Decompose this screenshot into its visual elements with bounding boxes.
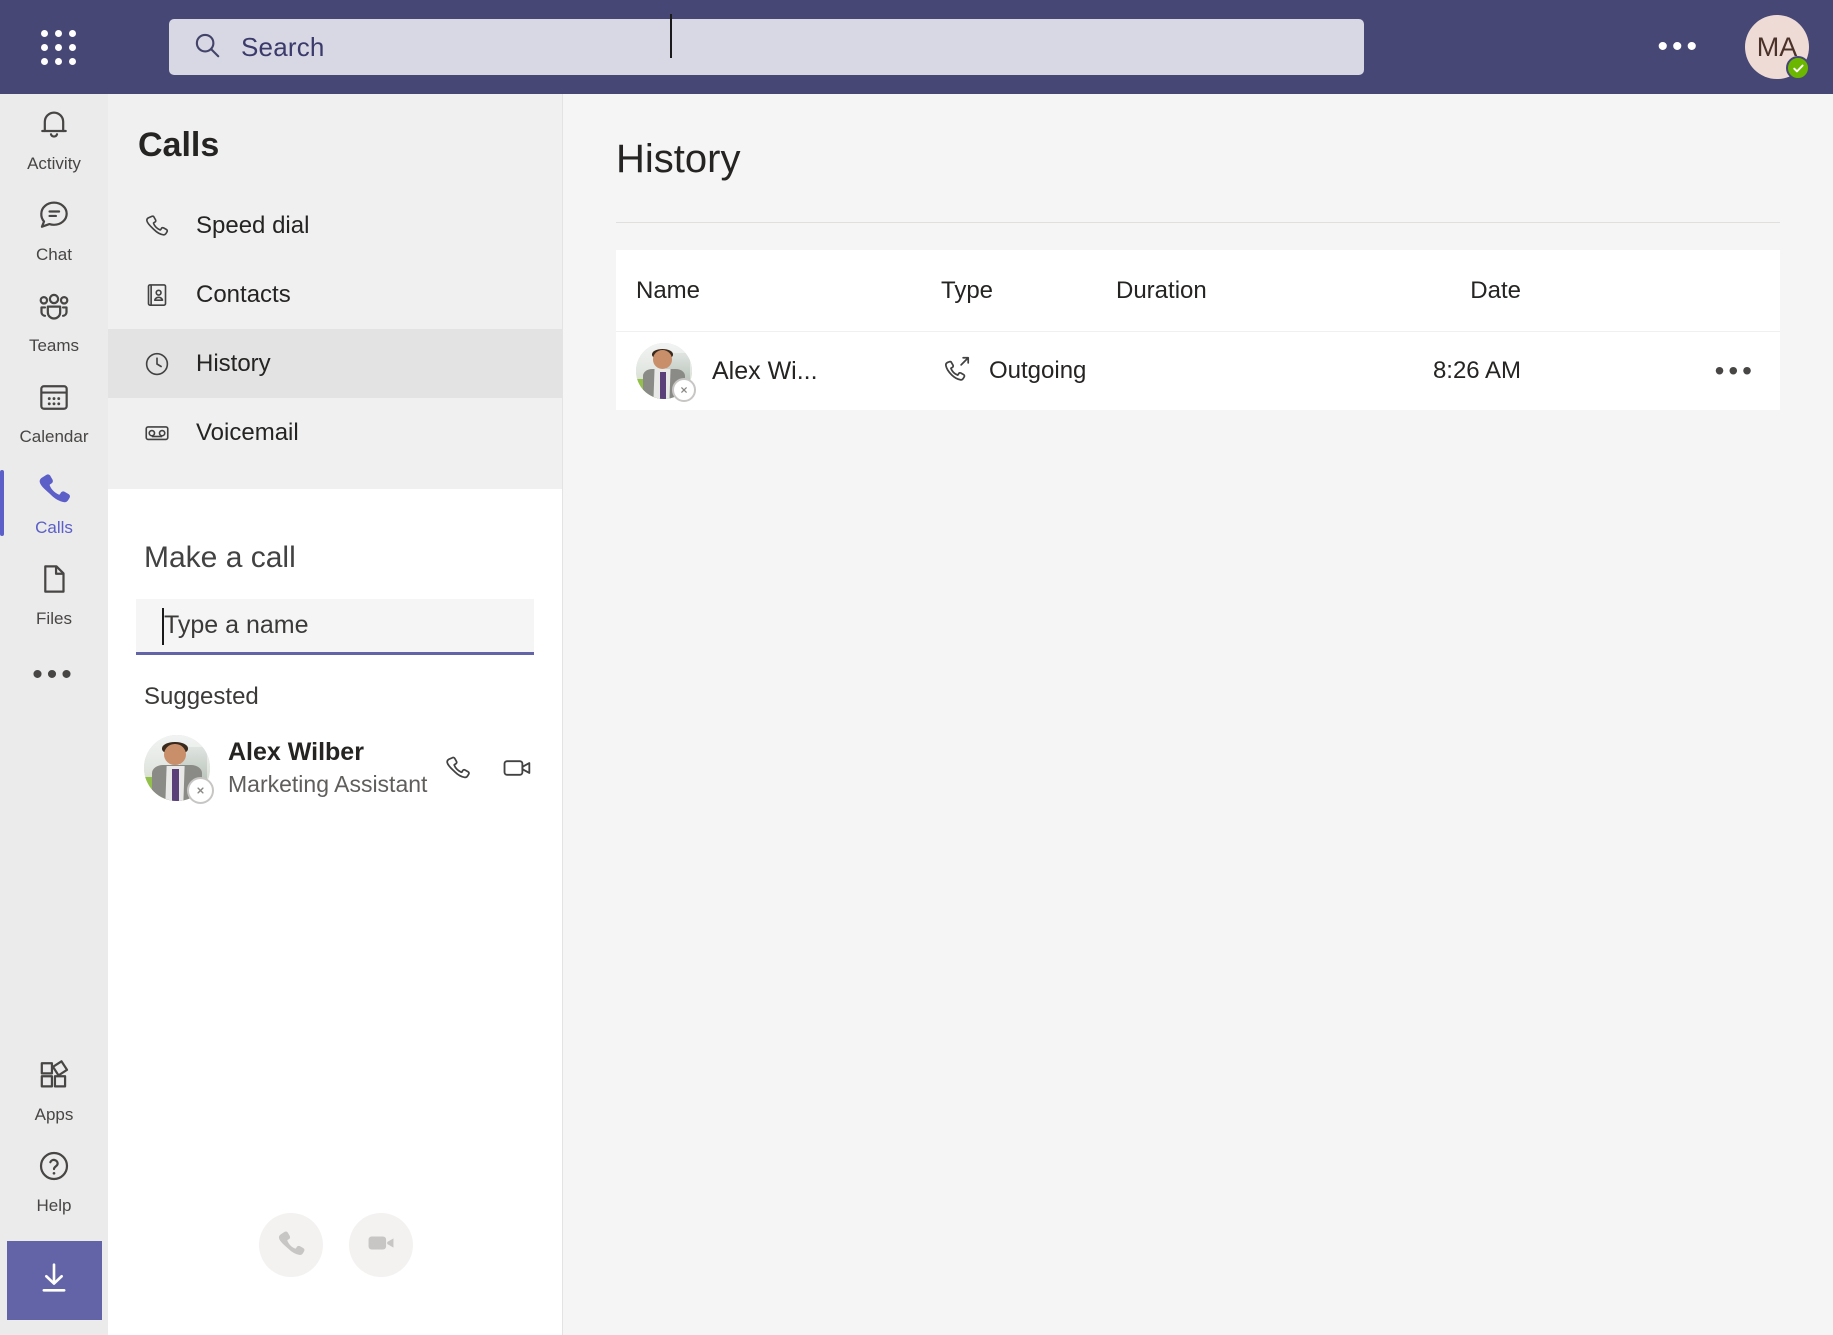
table-row[interactable]: Alex Wi... Outgoing 8:26 AM ••• xyxy=(616,332,1780,410)
call-action-buttons xyxy=(108,1213,563,1277)
contact-card-icon xyxy=(142,280,178,310)
presence-offline-icon xyxy=(672,378,696,402)
topbar-overflow-button[interactable]: ••• xyxy=(1657,32,1701,62)
top-bar: Search ••• MA xyxy=(0,0,1833,94)
sidebar-item-calendar[interactable]: Calendar xyxy=(0,367,108,458)
search-icon xyxy=(192,30,222,65)
cell-type: Outgoing xyxy=(989,357,1086,385)
search-input[interactable]: Search xyxy=(169,19,1364,75)
nav-rail: Activity Chat Teams xyxy=(0,94,108,1335)
teams-icon xyxy=(35,287,73,330)
type-a-name-input[interactable]: Type a name xyxy=(136,599,534,655)
rail-overflow-button[interactable]: ••• xyxy=(0,640,108,710)
make-a-call-section: Make a call Type a name Suggested xyxy=(108,541,562,801)
help-icon xyxy=(35,1147,73,1190)
list-item[interactable]: Alex Wilber Marketing Assistant xyxy=(136,735,534,801)
voicemail-icon xyxy=(142,418,178,448)
rail-label: Teams xyxy=(29,336,79,356)
phone-icon xyxy=(35,469,73,512)
column-header-name: Name xyxy=(636,277,700,305)
sidebar-item-chat[interactable]: Chat xyxy=(0,185,108,276)
contact-subtitle: Marketing Assistant xyxy=(228,771,438,798)
rail-label: Chat xyxy=(36,245,72,265)
column-header-duration: Duration xyxy=(1116,277,1207,304)
type-a-name-placeholder: Type a name xyxy=(164,611,309,640)
column-header-date: Date xyxy=(1470,277,1521,304)
chat-icon xyxy=(35,196,73,239)
rail-label: Apps xyxy=(35,1105,74,1125)
avatar[interactable]: MA xyxy=(1745,15,1809,79)
presence-offline-icon xyxy=(187,777,214,804)
sidebar-item-voicemail[interactable]: Voicemail xyxy=(108,398,562,467)
rail-label: Activity xyxy=(27,154,81,174)
file-icon xyxy=(35,560,73,603)
sidebar-item-activity[interactable]: Activity xyxy=(0,94,108,185)
calls-sidebar: Calls Speed dial Contacts xyxy=(108,94,563,1335)
phone-icon xyxy=(142,211,178,241)
page-heading: History xyxy=(563,94,1833,182)
rail-label: Calendar xyxy=(20,427,89,447)
avatar xyxy=(636,343,692,399)
page-title: Calls xyxy=(108,94,562,191)
contact-name: Alex Wilber xyxy=(228,738,438,767)
contact-info: Alex Wilber Marketing Assistant xyxy=(228,738,438,798)
audio-call-icon[interactable] xyxy=(442,752,474,784)
divider xyxy=(616,222,1780,223)
search-bar[interactable]: Search xyxy=(169,19,1364,75)
video-icon xyxy=(364,1226,398,1265)
cell-date: 8:26 AM xyxy=(1433,357,1521,384)
search-placeholder: Search xyxy=(241,32,325,63)
main-content: History Name Type Duration Date xyxy=(563,94,1833,1335)
bell-icon xyxy=(35,105,73,148)
sidebar-item-label: Speed dial xyxy=(196,212,309,240)
download-icon xyxy=(33,1257,75,1304)
sidebar-item-files[interactable]: Files xyxy=(0,549,108,640)
sidebar-item-label: Voicemail xyxy=(196,419,299,447)
sidebar-item-label: Contacts xyxy=(196,281,291,309)
outgoing-call-icon xyxy=(941,353,973,390)
rail-label: Help xyxy=(37,1196,72,1216)
download-app-button[interactable] xyxy=(7,1241,102,1320)
calls-nav-section: Calls Speed dial Contacts xyxy=(108,94,562,489)
sidebar-item-speed-dial[interactable]: Speed dial xyxy=(108,191,562,260)
sidebar-item-history[interactable]: History xyxy=(108,329,562,398)
avatar xyxy=(144,735,210,801)
sidebar-item-contacts[interactable]: Contacts xyxy=(108,260,562,329)
video-call-icon[interactable] xyxy=(500,751,534,785)
make-a-call-title: Make a call xyxy=(144,541,534,575)
calendar-icon xyxy=(35,378,73,421)
sidebar-item-teams[interactable]: Teams xyxy=(0,276,108,367)
call-history-table: Name Type Duration Date xyxy=(616,250,1780,410)
app-launcher-icon[interactable] xyxy=(33,22,83,72)
audio-call-button[interactable] xyxy=(259,1213,323,1277)
sidebar-item-label: History xyxy=(196,350,271,378)
rail-label: Calls xyxy=(35,518,73,538)
video-call-button[interactable] xyxy=(349,1213,413,1277)
contact-actions xyxy=(442,751,534,785)
presence-available-icon xyxy=(1786,56,1810,80)
apps-icon xyxy=(35,1056,73,1099)
text-cursor xyxy=(162,608,164,645)
clock-icon xyxy=(142,349,178,379)
table-header: Name Type Duration Date xyxy=(616,250,1780,332)
suggested-label: Suggested xyxy=(144,683,534,711)
sidebar-item-apps[interactable]: Apps xyxy=(0,1045,108,1136)
column-header-type: Type xyxy=(941,277,993,305)
row-overflow-button[interactable]: ••• xyxy=(1715,357,1756,385)
sidebar-item-calls[interactable]: Calls xyxy=(0,458,108,549)
rail-label: Files xyxy=(36,609,72,629)
phone-icon xyxy=(275,1227,307,1264)
sidebar-item-help[interactable]: Help xyxy=(0,1136,108,1227)
cell-name: Alex Wi... xyxy=(712,357,818,386)
text-cursor xyxy=(670,14,672,58)
rail-bottom-group: Apps Help xyxy=(0,1045,108,1335)
